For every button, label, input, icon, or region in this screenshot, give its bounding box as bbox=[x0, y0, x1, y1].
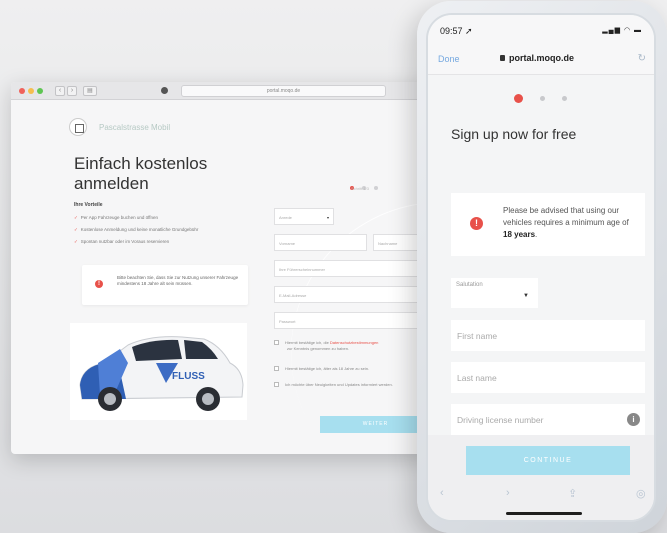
status-time: 09:57 ➚ bbox=[440, 26, 473, 36]
salutation-select[interactable]: Anrede ▾ bbox=[274, 208, 334, 225]
last-name-field[interactable]: Last name bbox=[451, 362, 645, 393]
first-name-field[interactable]: First name bbox=[451, 320, 645, 351]
continue-button[interactable]: CONTINUE bbox=[466, 446, 630, 475]
checkmark-icon: ✓ bbox=[74, 227, 78, 232]
step-dot-active bbox=[514, 94, 523, 103]
status-bar: 09:57 ➚ ▂▄▆ ◠ ▬ bbox=[428, 15, 654, 45]
age-notice-text: Please be advised that using our vehicle… bbox=[503, 206, 629, 239]
browser-url-bar: Done portal.moqo.de ↻ bbox=[428, 45, 654, 75]
reload-icon[interactable]: ↻ bbox=[638, 53, 646, 64]
salutation-select[interactable]: Salutation ▼ bbox=[451, 278, 538, 308]
page-title: Einfach kostenlos anmelden bbox=[74, 154, 208, 193]
signal-icon: ▂▄▆ bbox=[602, 27, 621, 34]
age-notice: ! Bitte beachten Sie, dass Sie zur Nutzu… bbox=[82, 265, 248, 305]
done-button[interactable]: Done bbox=[438, 54, 460, 64]
chevron-down-icon: ▼ bbox=[523, 293, 529, 299]
warning-icon: ! bbox=[95, 280, 103, 288]
password-field[interactable]: Passwort bbox=[274, 312, 431, 329]
step-dot bbox=[562, 96, 567, 101]
step-dot bbox=[540, 96, 545, 101]
wifi-icon: ◠ bbox=[623, 27, 632, 34]
privacy-consent-checkbox[interactable]: Hiermit bestätige ich, die Datenschutzbe… bbox=[274, 340, 378, 352]
license-field[interactable]: Ihre Führerscheinnummer bbox=[274, 260, 431, 277]
maximize-window-button[interactable] bbox=[37, 88, 43, 94]
phone-screen: 09:57 ➚ ▂▄▆ ◠ ▬ Done portal.moqo.de ↻ Si… bbox=[426, 13, 656, 522]
benefits-heading: Ihre Vorteile bbox=[74, 202, 103, 208]
benefit-item: ✓ Kostenlose Anmeldung und keine monatlic… bbox=[74, 227, 199, 232]
home-indicator bbox=[506, 512, 582, 515]
address-bar[interactable]: portal.moqo.de bbox=[181, 85, 386, 97]
page-title: Sign up now for free bbox=[451, 126, 577, 142]
minimize-window-button[interactable] bbox=[28, 88, 34, 94]
newsletter-checkbox[interactable]: Ich möchte über Neuigkeiten und Updates … bbox=[274, 382, 393, 388]
license-field[interactable]: Driving license number i bbox=[451, 404, 645, 435]
chevron-down-icon: ▾ bbox=[326, 215, 329, 220]
battery-icon: ▬ bbox=[634, 27, 642, 34]
checkmark-icon: ✓ bbox=[74, 239, 78, 244]
checkbox[interactable] bbox=[274, 340, 279, 345]
back-icon[interactable]: ‹ bbox=[440, 487, 444, 499]
warning-icon: ! bbox=[470, 217, 483, 230]
step-dot bbox=[374, 186, 378, 190]
status-icons: ▂▄▆ ◠ ▬ bbox=[602, 26, 642, 34]
desktop-browser-window: ‹ › ▤ portal.moqo.de Pascalstrasse Mobil… bbox=[11, 82, 431, 454]
submit-button[interactable]: WEITER bbox=[320, 416, 431, 433]
brand-logo bbox=[69, 118, 87, 136]
lock-icon bbox=[500, 55, 505, 61]
checkbox[interactable] bbox=[274, 382, 279, 387]
step-label: Schritt 1/3 bbox=[351, 186, 370, 191]
privacy-icon[interactable] bbox=[161, 87, 168, 94]
info-icon[interactable]: i bbox=[627, 413, 640, 426]
location-icon: ➚ bbox=[465, 26, 473, 36]
sidebar-icon[interactable]: ▤ bbox=[83, 86, 97, 96]
car-brand-label: FLUSS bbox=[172, 371, 205, 382]
car-illustration: FLUSS bbox=[70, 323, 247, 420]
checkbox[interactable] bbox=[274, 366, 279, 371]
url-text[interactable]: portal.moqo.de bbox=[509, 53, 574, 63]
age-notice: ! Please be advised that using our vehic… bbox=[451, 193, 645, 256]
benefit-item: ✓ Spontan nutzbar oder im Voraus reservie… bbox=[74, 239, 170, 244]
share-icon[interactable]: ⇪ bbox=[568, 487, 577, 500]
age-notice-text: Bitte beachten Sie, dass Sie zur Nutzung… bbox=[117, 275, 239, 286]
compass-icon[interactable]: ◎ bbox=[636, 487, 646, 500]
close-window-button[interactable] bbox=[19, 88, 25, 94]
step-indicator bbox=[514, 88, 584, 106]
back-icon[interactable]: ‹ bbox=[55, 86, 65, 96]
phone-device: 09:57 ➚ ▂▄▆ ◠ ▬ Done portal.moqo.de ↻ Si… bbox=[417, 1, 667, 533]
brand-name: Pascalstrasse Mobil bbox=[99, 123, 171, 132]
browser-toolbar: ‹ › ▤ portal.moqo.de bbox=[11, 82, 431, 100]
email-field[interactable]: E-Mail-Adresse bbox=[274, 286, 431, 303]
checkmark-icon: ✓ bbox=[74, 215, 78, 220]
forward-icon[interactable]: › bbox=[67, 86, 77, 96]
benefit-item: ✓ Per App Fahrzeuge buchen und öffnen bbox=[74, 215, 159, 220]
age-consent-checkbox[interactable]: Hiermit bestätige ich, älter als 18 Jahr… bbox=[274, 366, 369, 372]
car-image: FLUSS bbox=[70, 323, 247, 420]
first-name-field[interactable]: Vorname bbox=[274, 234, 367, 251]
privacy-link[interactable]: Datenschutzbestimmungen bbox=[330, 340, 378, 345]
forward-icon[interactable]: › bbox=[506, 487, 510, 499]
